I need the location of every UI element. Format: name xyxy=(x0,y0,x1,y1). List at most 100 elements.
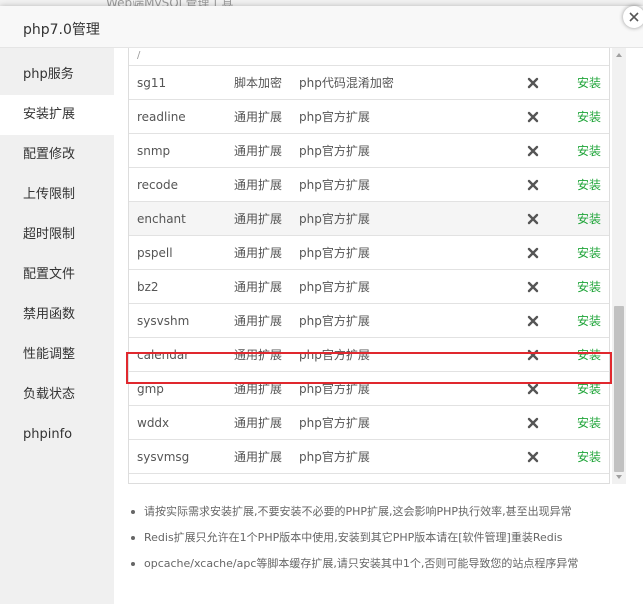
extension-description: php官方扩展 xyxy=(299,348,370,362)
sidebar-item-disabled-functions[interactable]: 禁用函数 xyxy=(0,295,114,335)
dialog-title-bar: php7.0管理 xyxy=(0,6,643,48)
extensions-table[interactable]: / sg11 脚本加密 php代码混淆加密 安装 readline 通用扩展 php官方扩展… xyxy=(128,48,610,484)
table-row: sysvshm 通用扩展 php官方扩展 安装 xyxy=(129,304,609,338)
extension-name: calendar xyxy=(137,348,190,362)
table-row: pspell 通用扩展 php官方扩展 安装 xyxy=(129,236,609,270)
php-manage-dialog: php7.0管理 php服务 安装扩展 配置修改 上传限制 超时限制 配置文件 … xyxy=(0,6,643,604)
extension-name: enchant xyxy=(137,212,186,226)
table-row: calendar 通用扩展 php官方扩展 安装 xyxy=(129,338,609,372)
extension-type: 通用扩展 xyxy=(234,382,283,396)
extension-name: bz2 xyxy=(137,280,159,294)
main-content: / sg11 脚本加密 php代码混淆加密 安装 readline 通用扩展 php官方扩展… xyxy=(114,48,643,604)
extension-type: 通用扩展 xyxy=(234,178,283,192)
not-installed-x-icon xyxy=(527,349,539,361)
extension-type: 通用扩展 xyxy=(234,280,283,294)
extension-description: php官方扩展 xyxy=(299,212,370,226)
table-scrollbar[interactable] xyxy=(612,48,626,484)
table-row: sysvmsg 通用扩展 php官方扩展 安装 xyxy=(129,440,609,474)
dialog-title: php7.0管理 xyxy=(23,22,100,38)
extension-description: php官方扩展 xyxy=(299,280,370,294)
scroll-up-icon[interactable] xyxy=(616,53,622,57)
table-row: bz2 通用扩展 php官方扩展 安装 xyxy=(129,270,609,304)
not-installed-x-icon xyxy=(527,111,539,123)
not-installed-x-icon xyxy=(527,451,539,463)
not-installed-x-icon xyxy=(527,315,539,327)
sidebar: php服务 安装扩展 配置修改 上传限制 超时限制 配置文件 禁用函数 性能调整… xyxy=(0,48,114,604)
not-installed-x-icon xyxy=(527,145,539,157)
install-link[interactable]: 安装 xyxy=(577,270,601,304)
extension-description: php代码混淆加密 xyxy=(299,76,394,90)
scroll-thumb[interactable] xyxy=(614,306,624,472)
extension-type: 通用扩展 xyxy=(234,450,283,464)
extension-name: sysvshm xyxy=(137,314,190,328)
note-item: 请按实际需求安装扩展,不要安装不必要的PHP扩展,这会影响PHP执行效率,甚至出… xyxy=(128,504,628,530)
extension-name: snmp xyxy=(137,144,171,158)
install-link[interactable]: 安装 xyxy=(577,236,601,270)
extension-name: wddx xyxy=(137,416,170,430)
install-link[interactable]: 安装 xyxy=(577,406,601,440)
table-row: gmp 通用扩展 php官方扩展 安装 xyxy=(129,372,609,406)
close-button[interactable] xyxy=(623,6,643,28)
partial-row-text: / xyxy=(137,50,141,61)
table-row: wddx 通用扩展 php官方扩展 安装 xyxy=(129,406,609,440)
table-row: recode 通用扩展 php官方扩展 安装 xyxy=(129,168,609,202)
sidebar-item-phpinfo[interactable]: phpinfo xyxy=(0,415,114,455)
install-link[interactable]: 安装 xyxy=(577,100,601,134)
extension-type: 通用扩展 xyxy=(234,348,283,362)
install-link[interactable]: 安装 xyxy=(577,134,601,168)
notes-list: 请按实际需求安装扩展,不要安装不必要的PHP扩展,这会影响PHP执行效率,甚至出… xyxy=(128,504,628,582)
install-link[interactable]: 安装 xyxy=(577,202,601,236)
extension-description: php官方扩展 xyxy=(299,314,370,328)
extension-description: php官方扩展 xyxy=(299,450,370,464)
sidebar-item-config-file[interactable]: 配置文件 xyxy=(0,255,114,295)
extension-name: recode xyxy=(137,178,178,192)
extension-type: 通用扩展 xyxy=(234,144,283,158)
install-link[interactable]: 安装 xyxy=(577,440,601,474)
extension-type: 通用扩展 xyxy=(234,110,283,124)
not-installed-x-icon xyxy=(527,77,539,89)
install-link[interactable]: 安装 xyxy=(577,372,601,406)
extension-type: 通用扩展 xyxy=(234,246,283,260)
extension-description: php官方扩展 xyxy=(299,416,370,430)
close-icon xyxy=(629,12,639,22)
extension-name: sysvmsg xyxy=(137,450,190,464)
note-item: opcache/xcache/apc等脚本缓存扩展,请只安装其中1个,否则可能导… xyxy=(128,556,628,582)
sidebar-item-install-extensions[interactable]: 安装扩展 xyxy=(0,95,114,135)
sidebar-item-load-status[interactable]: 负载状态 xyxy=(0,375,114,415)
extension-name: gmp xyxy=(137,382,164,396)
extension-description: php官方扩展 xyxy=(299,144,370,158)
extension-type: 通用扩展 xyxy=(234,212,283,226)
extension-type: 通用扩展 xyxy=(234,416,283,430)
extension-description: php官方扩展 xyxy=(299,110,370,124)
sidebar-item-config-modify[interactable]: 配置修改 xyxy=(0,135,114,175)
install-link[interactable]: 安装 xyxy=(577,66,601,100)
table-row: readline 通用扩展 php官方扩展 安装 xyxy=(129,100,609,134)
scroll-down-icon[interactable] xyxy=(616,475,622,479)
table-row: snmp 通用扩展 php官方扩展 安装 xyxy=(129,134,609,168)
table-row: sg11 脚本加密 php代码混淆加密 安装 xyxy=(129,66,609,100)
not-installed-x-icon xyxy=(527,417,539,429)
extension-type: 通用扩展 xyxy=(234,314,283,328)
note-item: Redis扩展只允许在1个PHP版本中使用,安装到其它PHP版本请在[软件管理]… xyxy=(128,530,628,556)
extension-name: pspell xyxy=(137,246,173,260)
extension-type: 脚本加密 xyxy=(234,76,283,90)
sidebar-item-timeout-limit[interactable]: 超时限制 xyxy=(0,215,114,255)
extension-description: php官方扩展 xyxy=(299,178,370,192)
extension-name: sg11 xyxy=(137,76,167,90)
extension-name: readline xyxy=(137,110,186,124)
sidebar-item-performance[interactable]: 性能调整 xyxy=(0,335,114,375)
install-link[interactable]: 安装 xyxy=(577,304,601,338)
table-row-partial: / xyxy=(129,48,609,66)
sidebar-item-upload-limit[interactable]: 上传限制 xyxy=(0,175,114,215)
extension-description: php官方扩展 xyxy=(299,246,370,260)
install-link[interactable]: 安装 xyxy=(577,338,601,372)
not-installed-x-icon xyxy=(527,213,539,225)
table-row: enchant 通用扩展 php官方扩展 安装 xyxy=(129,202,609,236)
install-link[interactable]: 安装 xyxy=(577,168,601,202)
not-installed-x-icon xyxy=(527,247,539,259)
not-installed-x-icon xyxy=(527,383,539,395)
not-installed-x-icon xyxy=(527,179,539,191)
sidebar-item-php-service[interactable]: php服务 xyxy=(0,55,114,95)
not-installed-x-icon xyxy=(527,281,539,293)
extension-description: php官方扩展 xyxy=(299,382,370,396)
